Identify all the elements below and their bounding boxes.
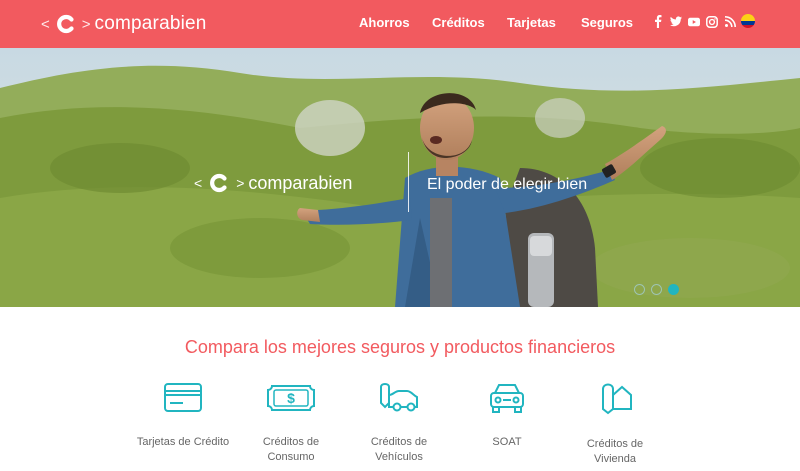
hero-logo-bracket-right: >	[236, 175, 245, 191]
money-bill-icon: $	[267, 385, 315, 411]
logo-c-mark	[56, 14, 74, 34]
slider-dot-3[interactable]	[668, 284, 679, 295]
logo-bracket-left: <	[41, 15, 50, 33]
products-section-title: Compara los mejores seguros y productos …	[184, 337, 616, 357]
car-front-icon	[490, 384, 524, 413]
product-label: Créditos de Vehículos	[370, 436, 428, 463]
colombia-flag-icon[interactable]	[741, 14, 755, 28]
header-logo[interactable]: < > comparabien	[41, 10, 207, 38]
product-creditos-vivienda[interactable]: Créditos de Vivienda	[565, 381, 665, 467]
logo-bracket-right: >	[81, 15, 91, 33]
hero-logo-wordmark: comparabien	[248, 172, 353, 193]
hero-divider	[408, 152, 409, 212]
hero-logo-bracket-left: <	[194, 175, 203, 191]
nav-seguros[interactable]: Seguros	[581, 15, 633, 30]
nav-tarjetas[interactable]: Tarjetas	[507, 15, 556, 30]
logo-wordmark: comparabien	[94, 13, 207, 34]
product-tarjetas-credito[interactable]: Tarjetas de Crédito	[133, 381, 233, 450]
social-links	[652, 15, 742, 28]
product-label: Créditos de Consumo	[262, 436, 320, 463]
nav-ahorros[interactable]: Ahorros	[359, 15, 410, 30]
twitter-icon[interactable]	[670, 15, 682, 28]
slider-dot-1[interactable]	[634, 284, 645, 295]
facebook-icon[interactable]	[652, 15, 664, 28]
hero-logo-c-mark	[210, 173, 227, 193]
product-label: SOAT	[492, 436, 522, 448]
rss-icon[interactable]	[724, 15, 736, 28]
product-soat[interactable]: SOAT	[457, 381, 557, 450]
hero-photo-man-arms-open	[0, 48, 800, 307]
product-creditos-consumo[interactable]: $ Créditos de Consumo	[241, 381, 341, 465]
product-label: Créditos de Vivienda	[586, 438, 644, 465]
product-label: Tarjetas de Crédito	[136, 436, 230, 448]
hero-logo: < > comparabien	[194, 172, 352, 194]
slider-dot-2[interactable]	[651, 284, 662, 295]
hero-tagline: El poder de elegir bien	[427, 176, 588, 193]
house-key-icon	[602, 383, 632, 415]
hero-banner: < > comparabien El poder de elegir bien	[0, 48, 800, 307]
car-key-icon	[380, 383, 418, 412]
credit-card-icon	[164, 383, 202, 412]
nav-creditos[interactable]: Créditos	[432, 15, 485, 30]
top-navbar: < > comparabien Ahorros Créditos Tarjeta…	[0, 0, 800, 48]
product-creditos-vehiculos[interactable]: Créditos de Vehículos	[349, 381, 449, 465]
instagram-icon[interactable]	[706, 15, 718, 28]
svg-text:$: $	[287, 390, 295, 406]
slider-dots	[634, 284, 685, 295]
youtube-icon[interactable]	[688, 15, 700, 28]
